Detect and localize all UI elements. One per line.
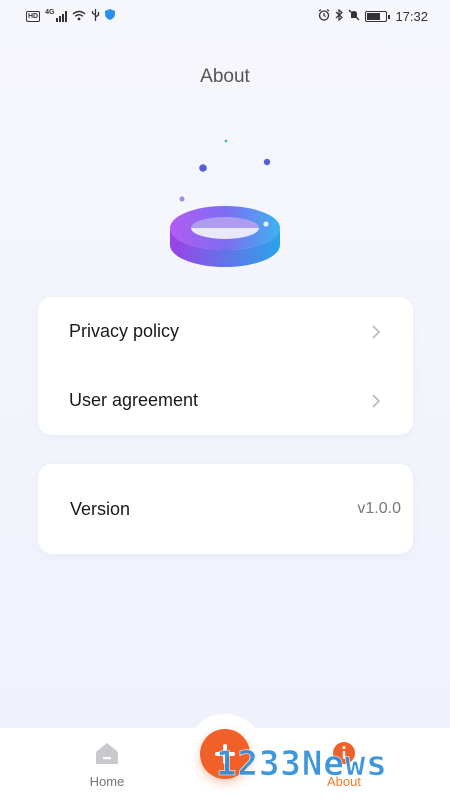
nav-home-label: Home (89, 774, 125, 789)
status-bar: HD 4G 17:32 (0, 0, 450, 32)
status-time: 17:32 (395, 8, 428, 24)
bluetooth-icon (335, 8, 344, 23)
signal-icon (56, 10, 68, 22)
svg-text:1233News: 1233News (216, 744, 388, 784)
shield-icon (105, 9, 116, 23)
user-agreement-label: User agreement (69, 390, 199, 410)
hd-badge: HD (26, 10, 41, 22)
alarm-icon (318, 9, 330, 23)
network-type: 4G (45, 8, 55, 16)
privacy-policy-row[interactable]: Privacy policy (38, 297, 413, 366)
app-logo (160, 130, 290, 280)
watermark-logo: 1233News (214, 738, 450, 788)
page-title: About (200, 66, 250, 87)
nav-home-tab[interactable]: Home (72, 740, 142, 796)
chevron-right-icon (372, 393, 381, 408)
status-left-group: HD 4G (26, 8, 116, 23)
version-value: v1.0.0 (357, 500, 401, 517)
version-card: Version v1.0.0 (38, 464, 413, 554)
version-label: Version (70, 498, 131, 519)
home-icon (96, 743, 118, 764)
wifi-icon (72, 10, 86, 23)
chevron-right-icon (372, 324, 381, 339)
version-row: Version v1.0.0 (38, 464, 413, 554)
battery-icon (365, 10, 391, 22)
privacy-policy-label: Privacy policy (69, 321, 180, 341)
user-agreement-row[interactable]: User agreement (38, 366, 413, 435)
status-right-group: 17:32 (318, 9, 428, 24)
usb-icon (91, 9, 100, 23)
mute-icon (348, 9, 360, 23)
links-card: Privacy policy User agreement (38, 297, 413, 435)
